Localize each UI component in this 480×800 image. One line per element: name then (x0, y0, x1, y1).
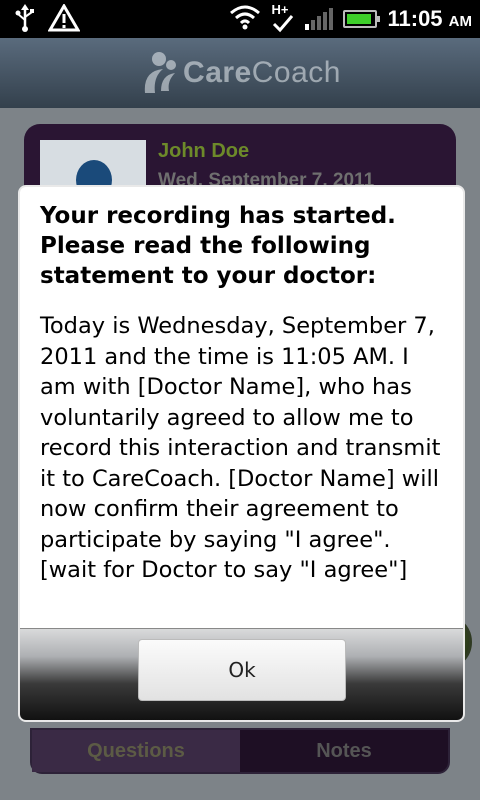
dialog-title: Your recording has started. Please read … (40, 203, 396, 289)
tab-notes[interactable]: Notes (240, 730, 448, 772)
logo-text-coach: Coach (251, 56, 341, 89)
hplus-icon: H+ (271, 2, 295, 34)
carecoach-logo: CareCoach (139, 51, 341, 95)
ok-button[interactable]: Ok (138, 639, 346, 701)
profile-name: John Doe (158, 140, 250, 162)
usb-icon (14, 4, 36, 36)
dialog-footer: Ok (20, 628, 463, 720)
clock: 11:05 AM (387, 6, 472, 31)
recording-dialog: Your recording has started. Please read … (18, 185, 465, 722)
tab-questions[interactable]: Questions (32, 730, 240, 772)
signal-icon (305, 8, 334, 30)
logo-text-care: Care (183, 56, 252, 89)
wifi-icon (229, 4, 261, 34)
app-header: CareCoach (0, 38, 480, 108)
status-bar: H+ 11:05 AM (0, 0, 480, 38)
dialog-message: Today is Wednesday, September 7, 2011 an… (40, 313, 441, 583)
warning-icon (47, 3, 81, 36)
bottom-tabs: Questions Notes (30, 728, 450, 774)
logo-mark-icon (139, 51, 179, 95)
battery-icon (343, 10, 381, 28)
